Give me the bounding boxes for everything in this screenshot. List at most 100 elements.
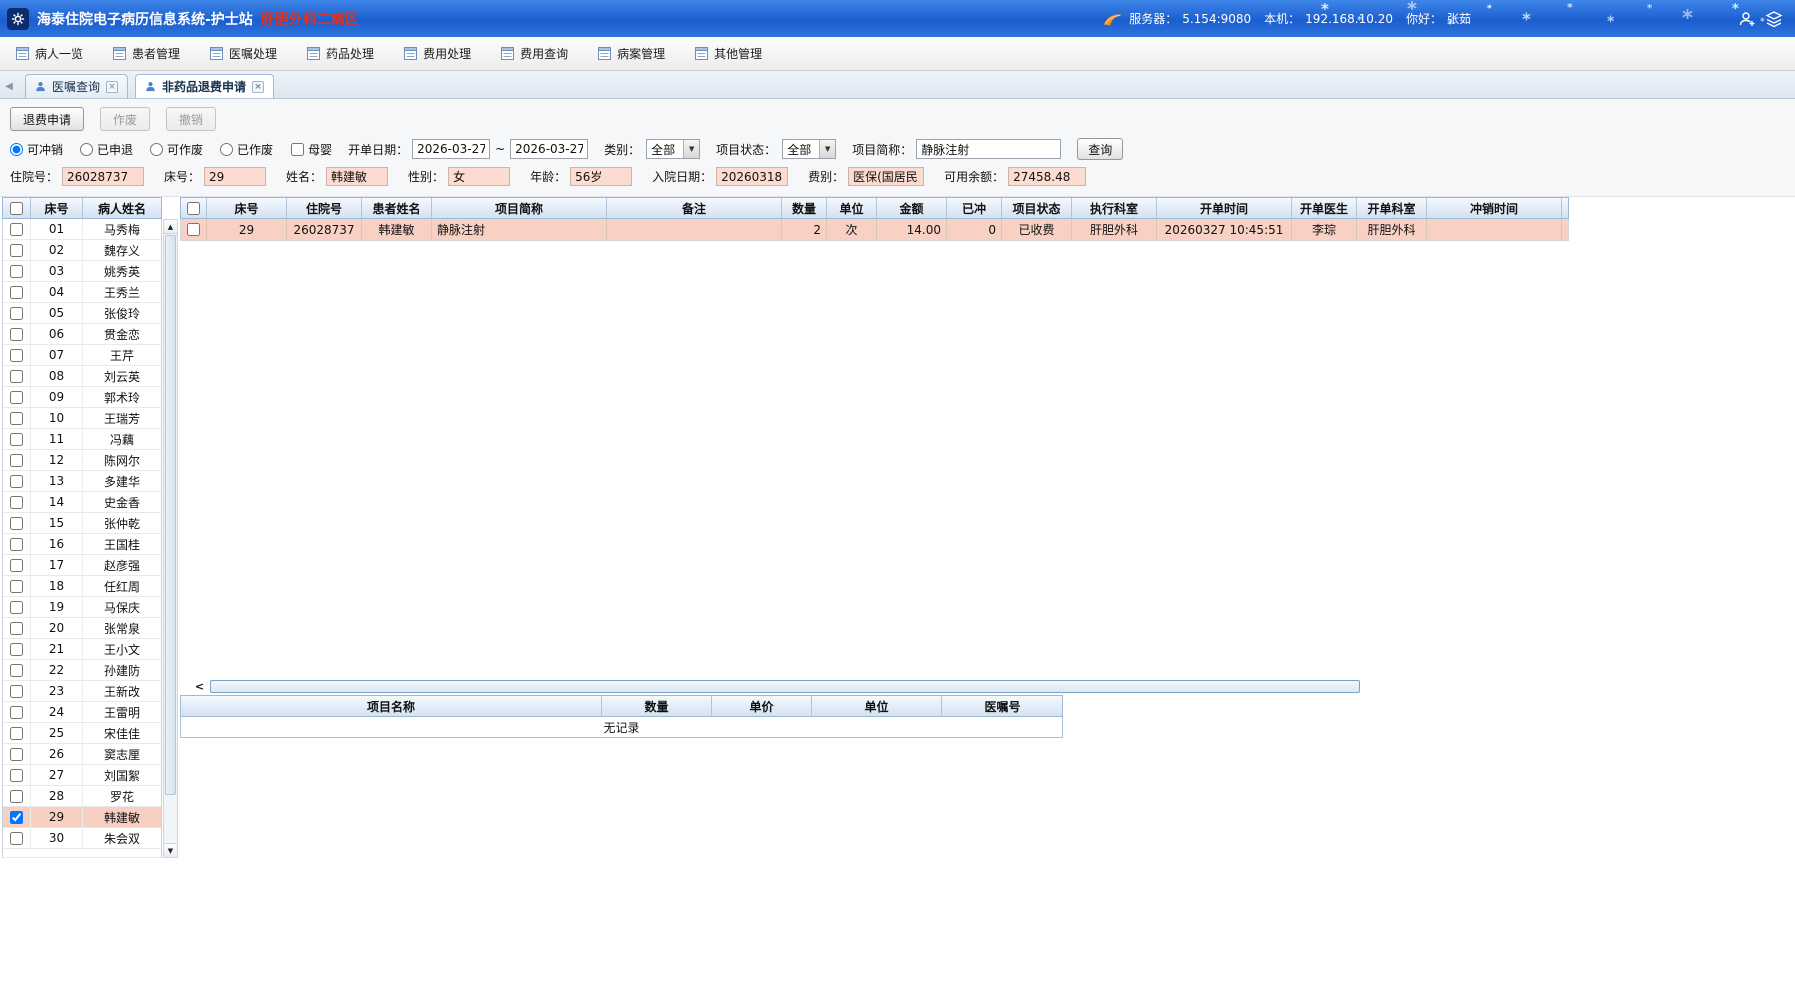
layers-icon[interactable] [1763,8,1785,30]
patient-row-checkbox[interactable] [10,348,23,362]
column-header-remark[interactable]: 备注 [607,198,782,218]
patient-list-row[interactable]: 21 王小文 [3,639,161,660]
column-header-qty[interactable]: 数量 [782,198,827,218]
column-header-offset[interactable]: 已冲 [947,198,1002,218]
patient-list-row[interactable]: 04 王秀兰 [3,282,161,303]
horizontal-scrollbar[interactable]: < [192,679,1360,693]
column-header-item[interactable]: 项目简称 [432,198,607,218]
patient-list-row[interactable]: 30 朱会双 [3,828,161,849]
patient-list-row[interactable]: 11 冯藕 [3,429,161,450]
select-all-rows-checkbox[interactable] [187,201,200,215]
column-header-amount[interactable]: 金额 [877,198,947,218]
patient-row-checkbox[interactable] [10,243,23,257]
menu-item[interactable]: 病案管理 [598,45,665,62]
column-header-status[interactable]: 项目状态 [1002,198,1072,218]
patient-row-checkbox[interactable] [10,768,23,782]
tab-scroll-left-icon[interactable]: ◀ [0,74,18,98]
detail-header-qty[interactable]: 数量 [602,696,712,716]
scroll-down-icon[interactable]: ▼ [164,843,177,857]
patient-row-checkbox[interactable] [10,264,23,278]
patient-list-row[interactable]: 06 贯金恋 [3,324,161,345]
chevron-down-icon[interactable]: ▼ [683,140,700,158]
patient-row-checkbox[interactable] [10,810,23,824]
status-radio-option[interactable]: 已作废 [220,141,273,158]
patient-row-checkbox[interactable] [10,516,23,530]
patient-list-row[interactable]: 24 王雷明 [3,702,161,723]
patient-row-checkbox[interactable] [10,789,23,803]
patient-info-value[interactable]: 27458.48 [1008,167,1087,186]
detail-header-price[interactable]: 单价 [712,696,812,716]
patient-row-checkbox[interactable] [10,432,23,446]
patient-list-row[interactable]: 08 刘云英 [3,366,161,387]
menu-item[interactable]: 病人一览 [16,45,83,62]
menu-item[interactable]: 医嘱处理 [210,45,277,62]
tab-nondrug-refund[interactable]: 非药品退费申请 × [135,74,275,98]
menu-item[interactable]: 患者管理 [113,45,180,62]
patient-list-row[interactable]: 26 窦志厘 [3,744,161,765]
patient-list-row[interactable]: 09 郭术玲 [3,387,161,408]
detail-header-order-no[interactable]: 医嘱号 [942,696,1063,716]
patient-info-value[interactable]: 26028737 [62,167,145,186]
patient-row-checkbox[interactable] [10,642,23,656]
patient-list-row[interactable]: 01 马秀梅 [3,219,161,240]
category-select[interactable]: 全部 ▼ [646,139,701,159]
revoke-button[interactable]: 撤销 [166,107,217,131]
patient-row-checkbox[interactable] [10,684,23,698]
patient-list-scrollbar[interactable]: ▲ ▼ [163,219,178,858]
status-radio-option[interactable]: 可冲销 [10,141,63,158]
menu-item[interactable]: 费用处理 [404,45,471,62]
scroll-left-icon[interactable]: < [192,679,207,693]
refund-item-row[interactable]: 29 26028737 韩建敏 静脉注射 2 次 14.00 0 已收费 肝胆外… [180,219,1569,241]
patient-list-row[interactable]: 25 宋佳佳 [3,723,161,744]
patient-list-row[interactable]: 15 张仲乾 [3,513,161,534]
patient-info-value[interactable]: 医保(国居民 [848,167,925,186]
patient-row-checkbox[interactable] [10,831,23,845]
patient-row-checkbox[interactable] [10,600,23,614]
radio-input[interactable] [150,142,164,156]
menu-item[interactable]: 药品处理 [307,45,374,62]
column-header-offset-time[interactable]: 冲销时间 [1427,198,1562,218]
column-header-doctor[interactable]: 开单医生 [1292,198,1357,218]
patient-list-row[interactable]: 28 罗花 [3,786,161,807]
scroll-up-icon[interactable]: ▲ [164,220,177,234]
item-name-input[interactable] [916,139,1062,159]
patient-row-checkbox[interactable] [10,327,23,341]
patient-list-row[interactable]: 05 张俊玲 [3,303,161,324]
patient-row-checkbox[interactable] [10,663,23,677]
column-header-admission[interactable]: 住院号 [287,198,362,218]
column-header-exec-dept[interactable]: 执行科室 [1072,198,1157,218]
patient-row-checkbox[interactable] [10,621,23,635]
patient-row-checkbox[interactable] [10,285,23,299]
patient-list-row[interactable]: 20 张常泉 [3,618,161,639]
patient-row-checkbox[interactable] [10,474,23,488]
patient-row-checkbox[interactable] [10,579,23,593]
close-icon[interactable]: × [252,80,265,93]
menu-item[interactable]: 费用查询 [501,45,568,62]
column-header-unit[interactable]: 单位 [827,198,877,218]
detail-header-unit[interactable]: 单位 [812,696,942,716]
patient-list-row[interactable]: 10 王瑞芳 [3,408,161,429]
close-icon[interactable]: × [106,80,119,93]
radio-input[interactable] [80,142,94,156]
user-add-icon[interactable] [1736,8,1758,30]
detail-header-item-name[interactable]: 项目名称 [181,696,602,716]
patient-list-row[interactable]: 23 王新改 [3,681,161,702]
patient-row-checkbox[interactable] [10,411,23,425]
refund-apply-button[interactable]: 退费申请 [10,107,85,131]
checkbox-input[interactable] [291,142,305,156]
patient-row-checkbox[interactable] [10,705,23,719]
patient-list-row[interactable]: 27 刘国絮 [3,765,161,786]
item-status-select[interactable]: 全部 ▼ [782,139,837,159]
patient-row-checkbox[interactable] [10,537,23,551]
column-header-order-dept[interactable]: 开单科室 [1357,198,1427,218]
date-from-input[interactable] [412,139,491,159]
patient-list-row[interactable]: 19 马保庆 [3,597,161,618]
patient-row-checkbox[interactable] [10,390,23,404]
column-header-bed[interactable]: 床号 [207,198,287,218]
patient-list-row[interactable]: 22 孙建防 [3,660,161,681]
scrollbar-track[interactable] [210,679,1360,693]
scrollbar-thumb[interactable] [165,235,176,795]
patient-row-checkbox[interactable] [10,747,23,761]
patient-info-value[interactable]: 56岁 [570,167,633,186]
radio-input[interactable] [220,142,234,156]
